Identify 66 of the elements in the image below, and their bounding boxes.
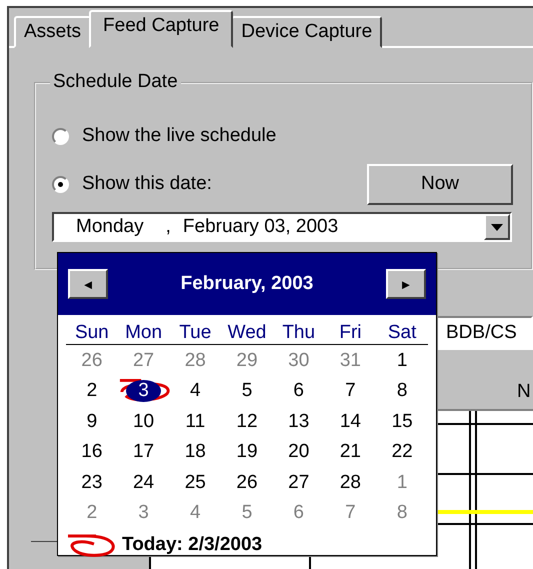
calendar-day[interactable]: 27 bbox=[288, 472, 310, 494]
calendar-day[interactable]: 30 bbox=[288, 350, 310, 372]
weekday-label: Thu bbox=[281, 322, 316, 344]
calendar-day[interactable]: 7 bbox=[345, 502, 356, 524]
calendar-day[interactable]: 8 bbox=[396, 502, 408, 524]
previous-month-button[interactable]: ◄ bbox=[68, 269, 108, 299]
calendar-day[interactable]: 7 bbox=[345, 380, 356, 402]
calendar-day[interactable]: 2 bbox=[86, 380, 98, 402]
calendar-day[interactable]: 20 bbox=[288, 441, 310, 464]
caret-icon bbox=[491, 224, 503, 230]
calendar-day[interactable]: 31 bbox=[340, 350, 361, 372]
weekday-label: Mon bbox=[124, 322, 164, 344]
tab[interactable]: Assets bbox=[14, 16, 92, 48]
calendar-day[interactable]: 26 bbox=[236, 472, 258, 494]
month-title: February, 2003 bbox=[180, 273, 314, 295]
radio-label: Show this date: bbox=[82, 173, 212, 195]
radio-label: Show the live schedule bbox=[82, 125, 276, 147]
calendar-day[interactable]: 4 bbox=[190, 502, 201, 524]
calendar-day[interactable]: 3 bbox=[138, 502, 149, 524]
calendar-day[interactable]: 9 bbox=[86, 410, 98, 433]
next-month-button[interactable]: ► bbox=[386, 269, 426, 299]
calendar-day[interactable]: 16 bbox=[81, 441, 102, 464]
calendar-day[interactable]: 28 bbox=[340, 472, 361, 494]
tab[interactable]: Feed Capture bbox=[89, 10, 234, 48]
calendar-day[interactable]: 6 bbox=[293, 502, 304, 524]
calendar-day[interactable]: 29 bbox=[236, 350, 258, 372]
calendar-day[interactable]: 5 bbox=[242, 380, 252, 402]
calendar-day[interactable]: 21 bbox=[340, 441, 361, 464]
calendar-day[interactable]: 28 bbox=[184, 350, 206, 372]
calendar-day[interactable]: 11 bbox=[185, 410, 206, 433]
weekday-label: Fri bbox=[338, 322, 362, 344]
calendar-day[interactable]: 15 bbox=[392, 410, 413, 433]
circle-mark bbox=[66, 532, 118, 558]
calendar-day[interactable]: 6 bbox=[293, 380, 304, 402]
calendar-day[interactable]: 22 bbox=[392, 441, 413, 464]
calendar-day[interactable]: 2 bbox=[86, 502, 98, 524]
tab[interactable]: Device Capture bbox=[231, 16, 382, 48]
calendar-day[interactable]: 26 bbox=[81, 350, 102, 372]
calendar-day[interactable]: 27 bbox=[132, 350, 154, 372]
calendar-day[interactable]: 4 bbox=[190, 380, 201, 402]
calendar-day[interactable]: 5 bbox=[242, 502, 252, 524]
calendar-day[interactable]: 1 bbox=[396, 350, 408, 372]
radio-button[interactable] bbox=[52, 128, 69, 144]
calendar-day[interactable]: 1 bbox=[396, 472, 408, 494]
dropdown-button[interactable] bbox=[484, 214, 510, 240]
now-button[interactable]: Now bbox=[367, 164, 513, 204]
weekday-label: Tue bbox=[178, 322, 212, 344]
weekday-label: Wed bbox=[226, 322, 268, 344]
today-label[interactable]: Today: 2/3/2003 bbox=[122, 534, 262, 556]
calendar-day[interactable]: 12 bbox=[236, 410, 258, 433]
calendar-day[interactable]: 3 bbox=[126, 380, 161, 402]
radio-button[interactable] bbox=[52, 176, 69, 192]
calendar-day[interactable]: 24 bbox=[132, 472, 154, 494]
weekday-label: Sat bbox=[386, 322, 418, 344]
calendar-day[interactable]: 8 bbox=[396, 380, 408, 402]
calendar-day[interactable]: 14 bbox=[340, 410, 361, 433]
calendar-day[interactable]: 23 bbox=[81, 472, 102, 494]
column-header: N bbox=[517, 381, 531, 403]
calendar-day[interactable]: 10 bbox=[132, 410, 154, 433]
calendar-day[interactable]: 25 bbox=[184, 472, 206, 494]
date-field[interactable]: Monday , February 03, 2003 bbox=[52, 212, 512, 242]
calendar-day[interactable]: 13 bbox=[288, 410, 310, 433]
calendar-day[interactable]: 17 bbox=[132, 441, 154, 464]
weekday-label: Sun bbox=[74, 322, 110, 344]
calendar-day[interactable]: 18 bbox=[184, 441, 206, 464]
calendar-day[interactable]: 19 bbox=[236, 441, 258, 464]
